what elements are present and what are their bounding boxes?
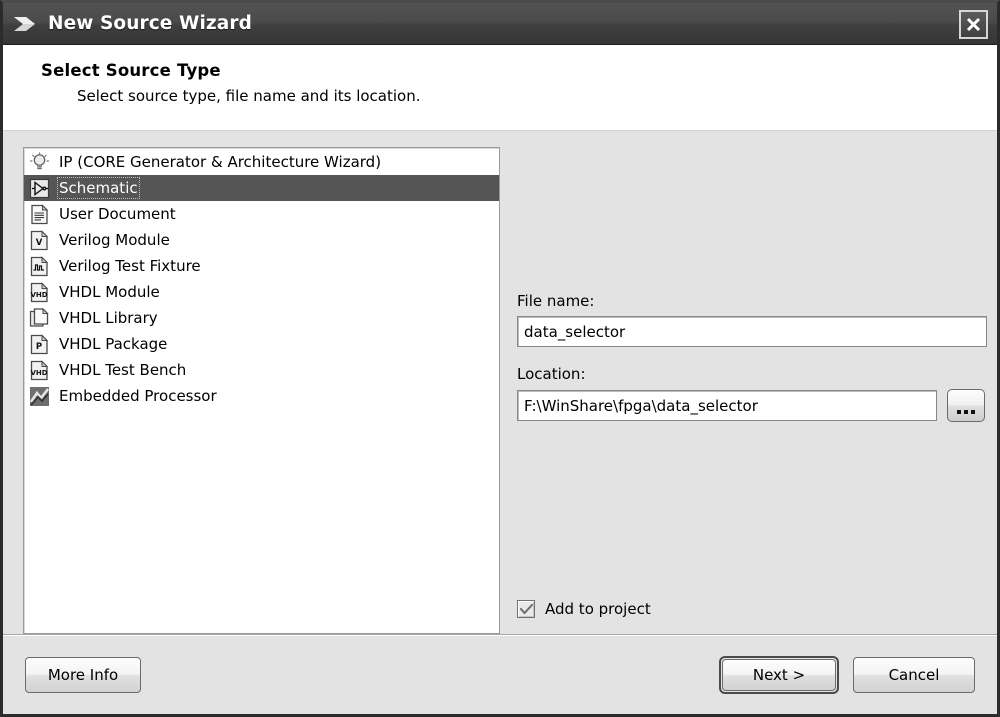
list-item-label: IP (CORE Generator & Architecture Wizard…: [59, 153, 382, 171]
source-type-list[interactable]: IP (CORE Generator & Architecture Wizard…: [23, 147, 500, 634]
location-label: Location:: [517, 365, 586, 383]
page-subtitle: Select source type, file name and its lo…: [77, 87, 421, 105]
next-button-default-frame: Next >: [719, 655, 839, 694]
verilog-module-icon: V: [28, 229, 50, 251]
footer-actions: Next > Cancel: [719, 655, 975, 694]
svg-text:P: P: [35, 342, 41, 352]
ellipsis-dot: [964, 410, 968, 414]
verilog-test-fixture-icon: [28, 255, 50, 277]
close-icon[interactable]: [959, 10, 988, 39]
list-item[interactable]: Verilog Test Fixture: [24, 253, 499, 279]
list-item-label: VHDL Package: [59, 335, 168, 353]
vhdl-package-icon: P: [28, 333, 50, 355]
more-info-button[interactable]: More Info: [25, 656, 141, 693]
window-title: New Source Wizard: [48, 13, 252, 34]
user-document-icon: [28, 203, 50, 225]
ip-core-lightbulb-icon: [28, 151, 50, 173]
vhdl-module-icon: VHD: [28, 281, 50, 303]
browse-button[interactable]: [947, 389, 985, 422]
list-item-label: Schematic: [57, 177, 140, 199]
list-item[interactable]: VHDL Library: [24, 305, 499, 331]
ellipsis-dot: [957, 410, 961, 414]
cancel-button[interactable]: Cancel: [853, 656, 975, 693]
list-item-label: VHDL Test Bench: [59, 361, 187, 379]
list-item[interactable]: Embedded Processor: [24, 383, 499, 409]
list-item[interactable]: P VHDL Package: [24, 331, 499, 357]
list-item[interactable]: IP (CORE Generator & Architecture Wizard…: [24, 149, 499, 175]
list-item-label: Verilog Test Fixture: [59, 257, 201, 275]
schematic-buffer-icon: [28, 177, 50, 199]
add-to-project-label: Add to project: [545, 600, 651, 618]
list-item[interactable]: Schematic: [24, 175, 499, 201]
checkmark-icon: [519, 603, 533, 614]
next-button[interactable]: Next >: [722, 658, 836, 691]
add-to-project-checkbox[interactable]: Add to project: [517, 600, 651, 618]
list-item[interactable]: V Verilog Module: [24, 227, 499, 253]
ellipsis-dot: [971, 410, 975, 414]
form-panel: File name: data_selector Location: F:\Wi…: [500, 147, 987, 634]
header-band: Select Source Type Select source type, f…: [3, 45, 997, 133]
svg-text:VHD: VHD: [30, 291, 47, 299]
list-item[interactable]: VHD VHDL Test Bench: [24, 357, 499, 383]
list-item-label: User Document: [59, 205, 176, 223]
svg-text:VHD: VHD: [30, 369, 47, 377]
embedded-processor-icon: [28, 385, 50, 407]
filename-label: File name:: [517, 292, 595, 310]
location-group: Location: F:\WinShare\fpga\data_selector: [517, 365, 987, 422]
vhdl-test-bench-icon: VHD: [28, 359, 50, 381]
footer-bar: More Info Next > Cancel: [3, 634, 997, 714]
list-item-label: VHDL Library: [59, 309, 158, 327]
dialog-body: IP (CORE Generator & Architecture Wizard…: [3, 131, 997, 634]
filename-group: File name: data_selector: [517, 292, 987, 347]
page-title: Select Source Type: [41, 61, 221, 80]
list-item[interactable]: VHD VHDL Module: [24, 279, 499, 305]
list-item-label: Embedded Processor: [59, 387, 217, 405]
list-item-label: Verilog Module: [59, 231, 170, 249]
list-item-label: VHDL Module: [59, 283, 160, 301]
title-bar: New Source Wizard: [3, 3, 997, 45]
list-item[interactable]: User Document: [24, 201, 499, 227]
new-source-wizard-dialog: New Source Wizard Select Source Type Sel…: [0, 0, 1000, 717]
checkbox-box[interactable]: [517, 600, 535, 618]
svg-text:V: V: [35, 238, 42, 248]
filename-input[interactable]: data_selector: [517, 316, 987, 347]
location-input[interactable]: F:\WinShare\fpga\data_selector: [517, 390, 937, 421]
vhdl-library-icon: [28, 307, 50, 329]
chevron-logo-icon: [13, 14, 39, 34]
